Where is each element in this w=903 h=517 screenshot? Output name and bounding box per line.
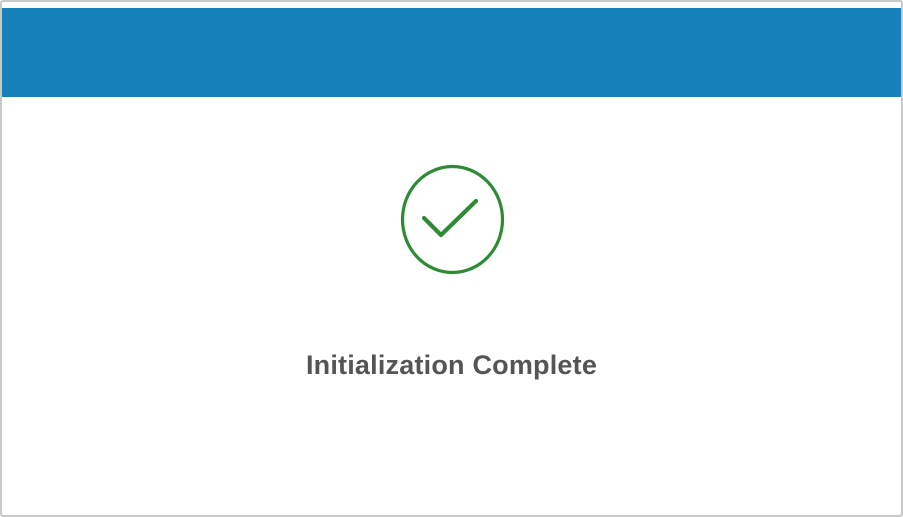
initialization-dialog: Initialization Complete xyxy=(0,0,903,517)
dialog-content: Initialization Complete xyxy=(2,97,901,515)
check-circle-icon xyxy=(399,163,506,276)
status-message: Initialization Complete xyxy=(305,350,598,380)
header-bar xyxy=(2,8,901,97)
